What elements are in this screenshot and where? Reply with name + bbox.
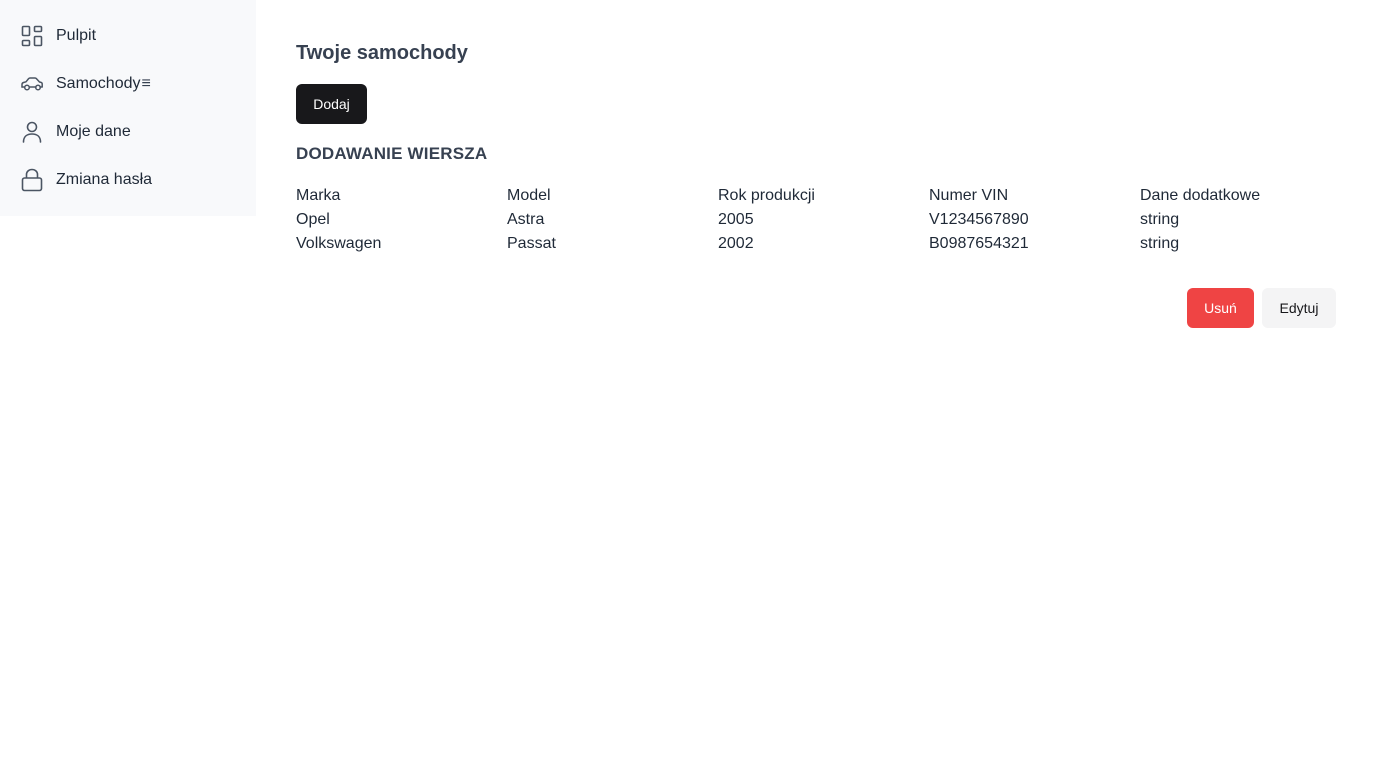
- lock-icon: [20, 168, 44, 192]
- column-header-numer-vin: Numer VIN: [929, 187, 1009, 204]
- table-cell-model: Passat: [507, 235, 556, 252]
- table-cell-marka: Opel: [296, 211, 330, 228]
- sidebar-item-label: Moje dane: [56, 123, 131, 140]
- column-header-dane-dodatkowe: Dane dodatkowe: [1140, 187, 1261, 204]
- cars-table: Marka Model Rok produkcji Numer VIN Dane…: [296, 184, 1352, 256]
- dashboard-icon: [20, 24, 44, 48]
- table-cell-model: Astra: [507, 211, 545, 228]
- delete-button[interactable]: Usuń: [1187, 288, 1254, 328]
- table-row[interactable]: Volkswagen Passat 2002 B0987654321 strin…: [296, 232, 1352, 256]
- menu-icon[interactable]: ≡: [142, 75, 151, 93]
- table-cell-numer-vin: V1234567890: [929, 211, 1029, 228]
- table-cell-marka: Volkswagen: [296, 235, 382, 252]
- sidebar-item-label: Samochody: [56, 75, 141, 92]
- sidebar-item-label: Zmiana hasła: [56, 171, 153, 188]
- table-cell-dane-dodatkowe: string: [1140, 235, 1180, 252]
- sidebar-item-zmiana-hasla[interactable]: Zmiana hasła: [0, 156, 256, 204]
- sidebar-item-pulpit[interactable]: Pulpit: [0, 12, 256, 60]
- section-title: DODAWANIE WIERSZA: [296, 144, 488, 163]
- table-cell-rok-produkcji: 2005: [718, 211, 754, 228]
- car-icon: [20, 72, 44, 96]
- table-header-row: Marka Model Rok produkcji Numer VIN Dane…: [296, 184, 1352, 208]
- table-cell-rok-produkcji: 2002: [718, 235, 754, 252]
- column-header-rok-produkcji: Rok produkcji: [718, 187, 815, 204]
- edit-button[interactable]: Edytuj: [1262, 288, 1336, 328]
- sidebar-item-samochody[interactable]: Samochody ≡: [0, 60, 256, 108]
- column-header-model: Model: [507, 187, 551, 204]
- sidebar: Pulpit Samochody ≡ Moje dane Zmiana hasł…: [0, 0, 256, 216]
- user-icon: [20, 120, 44, 144]
- page-title: Twoje samochody: [296, 42, 468, 64]
- table-cell-numer-vin: B0987654321: [929, 235, 1029, 252]
- sidebar-item-label: Pulpit: [56, 27, 97, 44]
- table-cell-dane-dodatkowe: string: [1140, 211, 1180, 228]
- table-row[interactable]: Opel Astra 2005 V1234567890 string: [296, 208, 1352, 232]
- add-button[interactable]: Dodaj: [296, 84, 367, 124]
- column-header-marka: Marka: [296, 187, 341, 204]
- sidebar-item-moje-dane[interactable]: Moje dane: [0, 108, 256, 156]
- sidebar-item-label-wrapper: Samochody ≡: [56, 75, 151, 93]
